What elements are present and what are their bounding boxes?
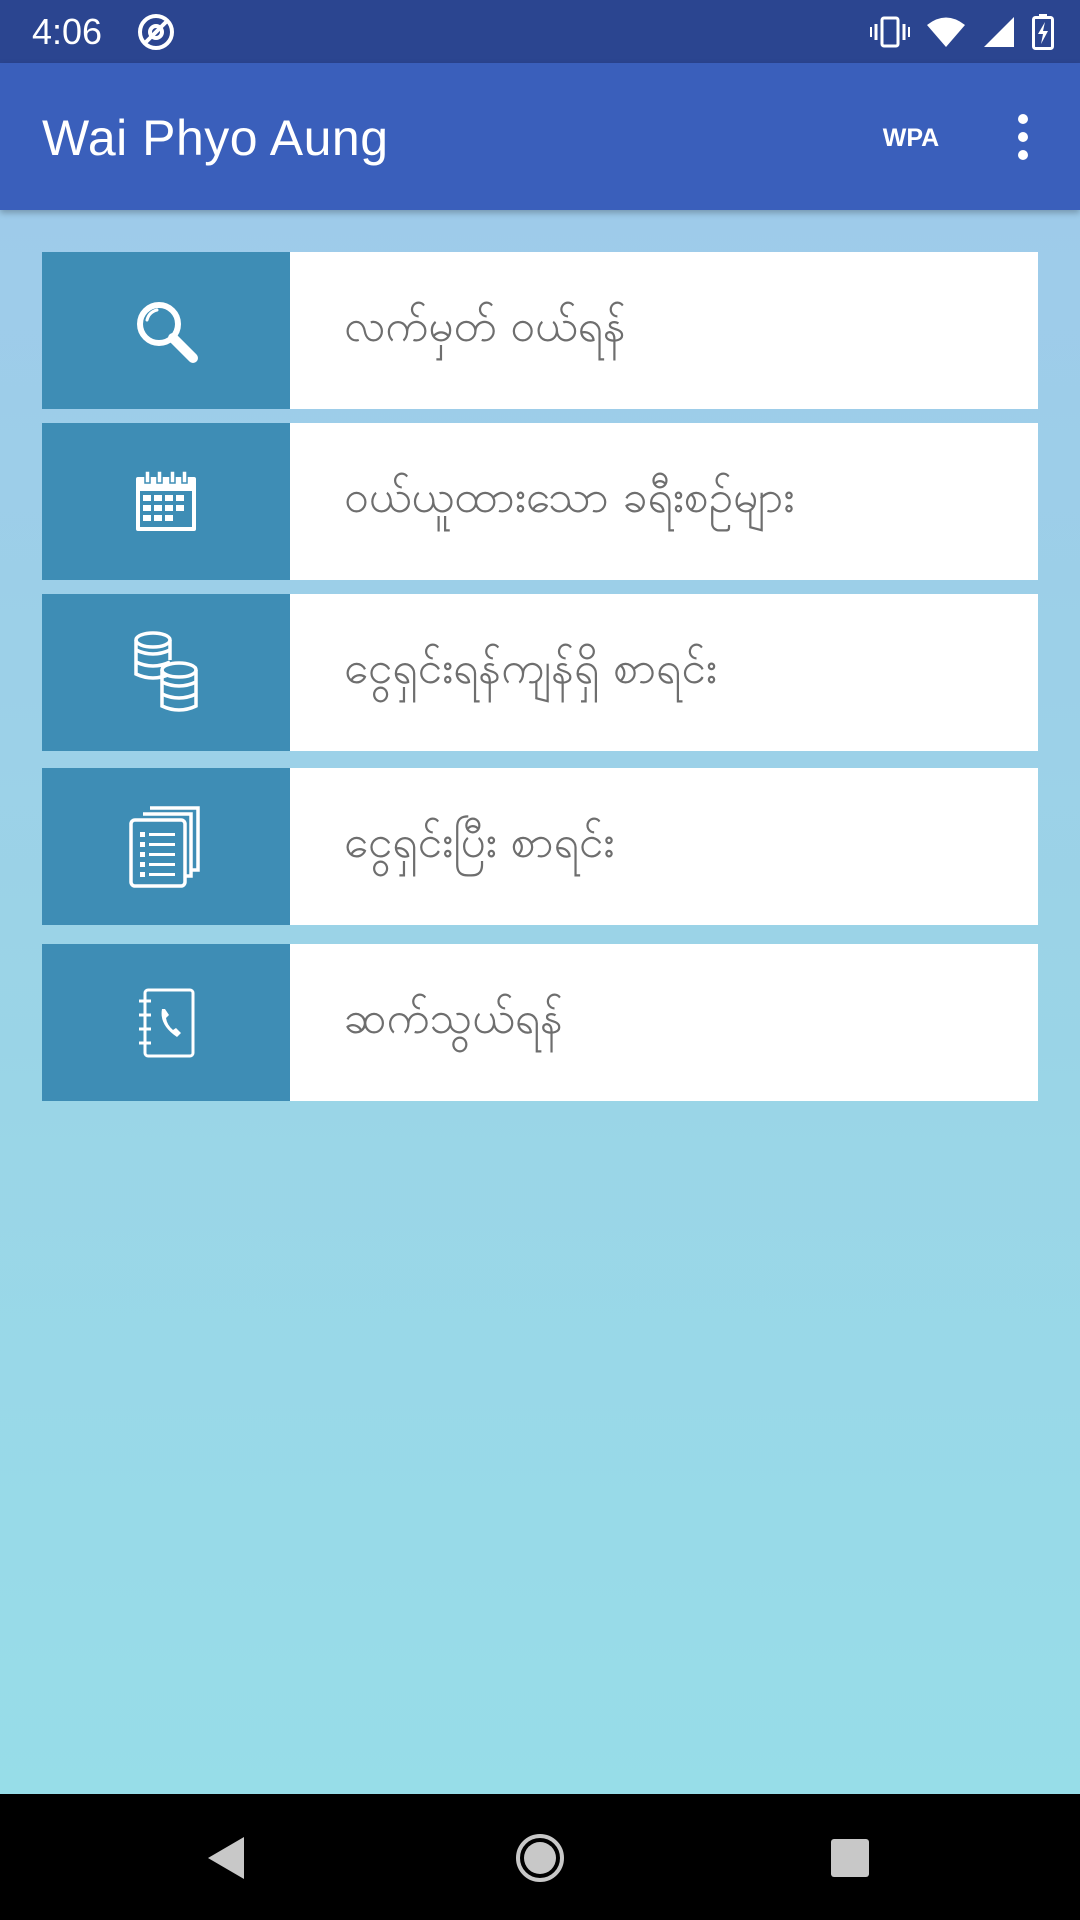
menu-item-pending-payments[interactable]: ငွေရှင်းရန်ကျန်ရှိ စာရင်း bbox=[42, 594, 1038, 751]
menu-icon-tile bbox=[42, 768, 290, 925]
calendar-icon bbox=[136, 469, 196, 531]
menu-item-label: လက်မှတ် ဝယ်ရန် bbox=[344, 300, 626, 352]
menu-icon-tile bbox=[42, 594, 290, 751]
status-time: 4:06 bbox=[32, 11, 103, 52]
at-sign-notification-icon bbox=[136, 12, 176, 52]
more-options-button[interactable] bbox=[998, 105, 1048, 169]
back-icon bbox=[208, 1837, 244, 1879]
main-content: လက်မှတ် ဝယ်ရန် ဝယ်ယူထားသော ခရီးစဉ်များ င… bbox=[0, 210, 1080, 1794]
cell-signal-icon bbox=[982, 16, 1016, 48]
wifi-icon bbox=[926, 16, 966, 48]
app-bar: Wai Phyo Aung WPA bbox=[0, 63, 1080, 210]
menu-item-paid-list[interactable]: ငွေရှင်းပြီး စာရင်း bbox=[42, 768, 1038, 925]
menu-item-bought-trips[interactable]: ဝယ်ယူထားသော ခရီးစဉ်များ bbox=[42, 423, 1038, 580]
documents-list-icon bbox=[129, 805, 200, 888]
phone-book-icon bbox=[139, 988, 195, 1057]
back-button[interactable] bbox=[186, 1820, 266, 1896]
recents-button[interactable] bbox=[810, 1820, 890, 1896]
home-button[interactable] bbox=[500, 1820, 580, 1896]
app-title: Wai Phyo Aung bbox=[42, 110, 389, 166]
vibrate-icon bbox=[870, 15, 910, 49]
more-vertical-icon bbox=[1018, 114, 1028, 124]
menu-item-label: ငွေရှင်းရန်ကျန်ရှိ စာရင်း bbox=[344, 642, 717, 694]
menu-item-contact[interactable]: ဆက်သွယ်ရန် bbox=[42, 944, 1038, 1101]
menu-item-buy-ticket[interactable]: လက်မှတ် ဝယ်ရန် bbox=[42, 252, 1038, 409]
status-icons bbox=[870, 10, 1054, 54]
status-bar: 4:06 bbox=[0, 0, 1080, 63]
coins-stack-icon bbox=[134, 630, 198, 712]
menu-item-label: ငွေရှင်းပြီး စာရင်း bbox=[344, 816, 615, 868]
navigation-bar bbox=[0, 1794, 1080, 1920]
battery-charging-icon bbox=[1032, 14, 1054, 50]
wpa-action-button[interactable]: WPA bbox=[862, 115, 960, 161]
menu-item-label: ဝယ်ယူထားသော ခရီးစဉ်များ bbox=[344, 471, 795, 523]
recents-icon bbox=[831, 1839, 869, 1877]
menu-item-label: ဆက်သွယ်ရန် bbox=[344, 992, 563, 1044]
search-icon bbox=[137, 301, 198, 363]
menu-icon-tile bbox=[42, 252, 290, 409]
home-icon bbox=[516, 1834, 564, 1882]
menu-icon-tile bbox=[42, 944, 290, 1101]
menu-icon-tile bbox=[42, 423, 290, 580]
